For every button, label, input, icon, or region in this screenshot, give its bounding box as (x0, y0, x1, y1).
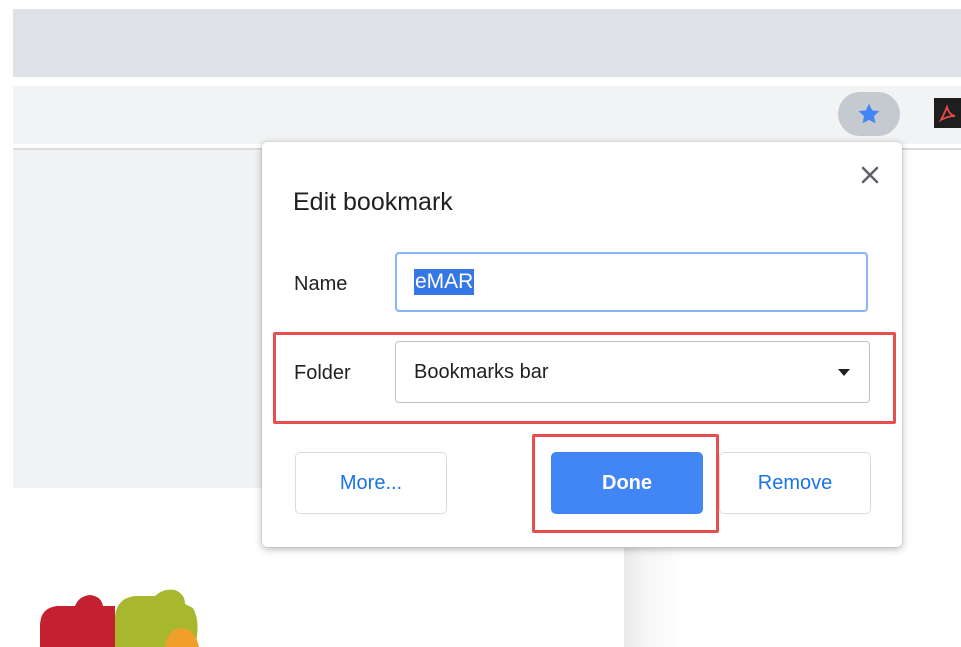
adobe-acrobat-extension-button[interactable] (934, 98, 961, 128)
dialog-title: Edit bookmark (293, 188, 453, 216)
tab-strip (13, 9, 961, 77)
name-field-value: eMAR (414, 269, 475, 295)
puzzle-logo (40, 589, 199, 647)
adobe-acrobat-icon (938, 104, 955, 123)
browser-toolbar (13, 86, 961, 144)
star-icon (858, 103, 880, 124)
close-button[interactable] (855, 160, 885, 190)
remove-button[interactable]: Remove (719, 452, 871, 514)
done-highlight-annotation (532, 434, 719, 533)
name-field[interactable]: eMAR (395, 252, 868, 312)
page-side-shadow (624, 548, 764, 647)
bookmark-star-button[interactable] (838, 92, 900, 136)
more-button[interactable]: More... (295, 452, 447, 514)
name-label: Name (294, 273, 348, 295)
folder-highlight-annotation (273, 332, 896, 424)
close-icon (861, 166, 879, 184)
page-background-panel (13, 150, 278, 488)
